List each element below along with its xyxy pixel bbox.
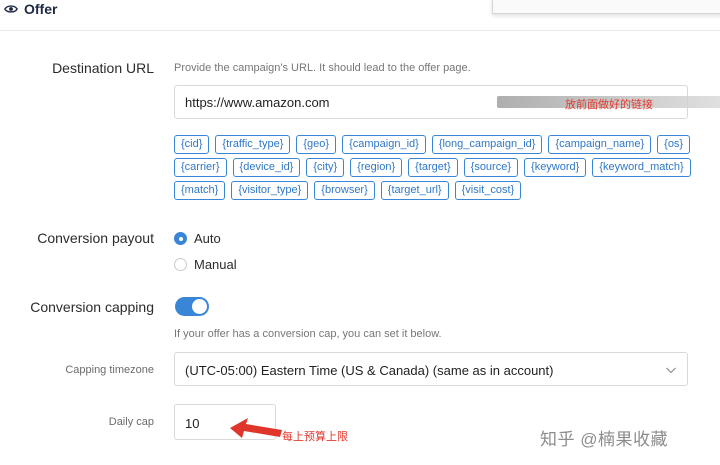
header-divider	[0, 30, 720, 31]
daily-cap-value: 10	[185, 416, 200, 431]
capping-hint: If your offer has a conversion cap, you …	[174, 328, 442, 340]
conversion-capping-toggle[interactable]	[175, 297, 209, 316]
token-traffic-type[interactable]: {traffic_type}	[215, 135, 291, 154]
token-visitor-type[interactable]: {visitor_type}	[231, 181, 309, 200]
token-campaign-name[interactable]: {campaign_name}	[548, 135, 652, 154]
token-campaign-id[interactable]: {campaign_id}	[342, 135, 426, 154]
conversion-payout-label: Conversion payout	[37, 230, 154, 246]
eye-icon	[4, 5, 18, 13]
token-geo[interactable]: {geo}	[296, 135, 337, 154]
overlay-panel	[492, 0, 720, 14]
payout-auto-label: Auto	[194, 231, 221, 246]
token-os[interactable]: {os}	[657, 135, 691, 154]
url-token-list: {cid} {traffic_type} {geo} {campaign_id}…	[174, 135, 694, 200]
destination-url-label: Destination URL	[52, 60, 154, 76]
token-carrier[interactable]: {carrier}	[174, 158, 227, 177]
token-browser[interactable]: {browser}	[314, 181, 375, 200]
red-arrow-icon	[230, 418, 282, 438]
token-visit-cost[interactable]: {visit_cost}	[454, 181, 522, 200]
conversion-capping-label: Conversion capping	[30, 299, 154, 315]
token-target-url[interactable]: {target_url}	[380, 181, 449, 200]
capping-timezone-select[interactable]: (UTC-05:00) Eastern Time (US & Canada) (…	[174, 352, 688, 386]
payout-manual-label: Manual	[194, 257, 237, 272]
token-device-id[interactable]: {device_id}	[232, 158, 301, 177]
capping-timezone-value: (UTC-05:00) Eastern Time (US & Canada) (…	[185, 363, 554, 378]
toggle-knob	[192, 299, 207, 314]
token-target[interactable]: {target}	[408, 158, 458, 177]
token-keyword[interactable]: {keyword}	[524, 158, 587, 177]
payout-option-auto[interactable]: Auto	[174, 231, 221, 246]
payout-option-manual[interactable]: Manual	[174, 257, 237, 272]
destination-url-hint: Provide the campaign's URL. It should le…	[174, 62, 471, 74]
token-cid[interactable]: {cid}	[174, 135, 210, 154]
token-keyword-match[interactable]: {keyword_match}	[592, 158, 691, 177]
destination-url-input[interactable]: https://www.amazon.com 放前面做好的链接	[174, 85, 720, 119]
destination-url-annotation: 放前面做好的链接	[565, 99, 653, 111]
token-long-campaign-id[interactable]: {long_campaign_id}	[431, 135, 543, 154]
daily-cap-annotation: 每上预算上限	[282, 431, 348, 443]
page-title-text: Offer	[24, 1, 58, 17]
page-title: Offer	[4, 1, 57, 17]
payout-manual-radio[interactable]	[174, 258, 187, 271]
payout-auto-radio[interactable]	[174, 232, 187, 245]
daily-cap-label: Daily cap	[108, 416, 154, 428]
capping-timezone-label: Capping timezone	[65, 364, 154, 376]
watermark: 知乎 @楠果收藏	[540, 430, 668, 449]
chevron-down-icon	[666, 367, 676, 374]
token-match[interactable]: {match}	[174, 181, 226, 200]
token-source[interactable]: {source}	[463, 158, 519, 177]
token-region[interactable]: {region}	[350, 158, 403, 177]
destination-url-value: https://www.amazon.com	[185, 95, 330, 110]
token-city[interactable]: {city}	[306, 158, 345, 177]
